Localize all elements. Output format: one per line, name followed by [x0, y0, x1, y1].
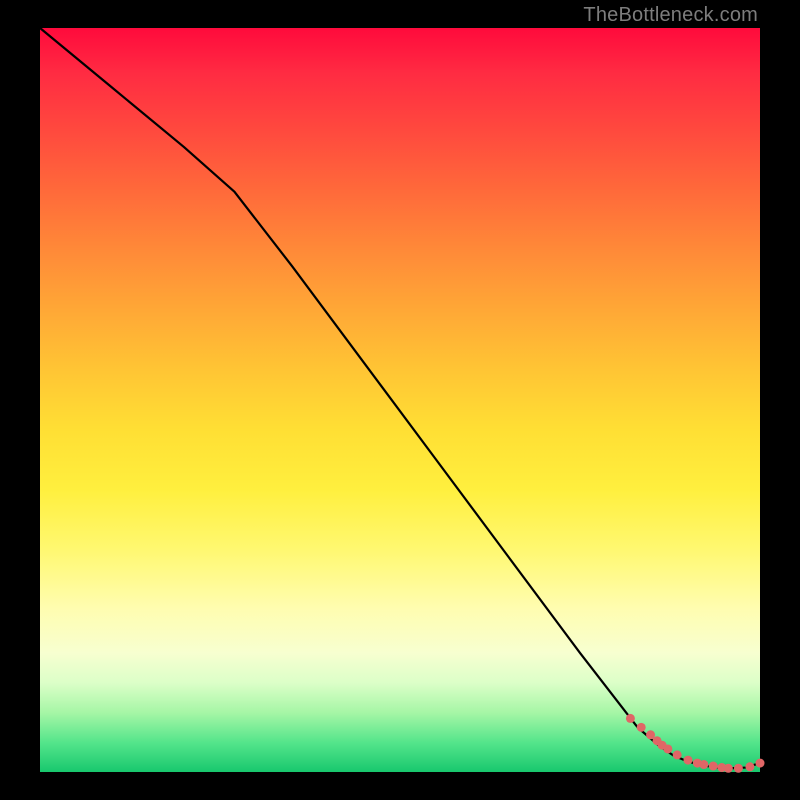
plot-svg: [40, 28, 760, 772]
data-point: [684, 756, 693, 765]
data-point: [756, 759, 765, 768]
data-point: [734, 764, 743, 773]
data-point: [699, 760, 708, 769]
watermark-text: TheBottleneck.com: [583, 4, 758, 27]
data-point: [724, 764, 733, 773]
data-point: [663, 744, 672, 753]
data-point: [709, 762, 718, 771]
chart-frame: TheBottleneck.com: [0, 0, 800, 800]
data-point: [745, 762, 754, 771]
data-point: [673, 750, 682, 759]
curve-path: [40, 28, 760, 768]
data-point: [626, 714, 635, 723]
data-point: [637, 723, 646, 732]
plot-area: [40, 28, 760, 772]
scatter-points: [626, 714, 765, 773]
